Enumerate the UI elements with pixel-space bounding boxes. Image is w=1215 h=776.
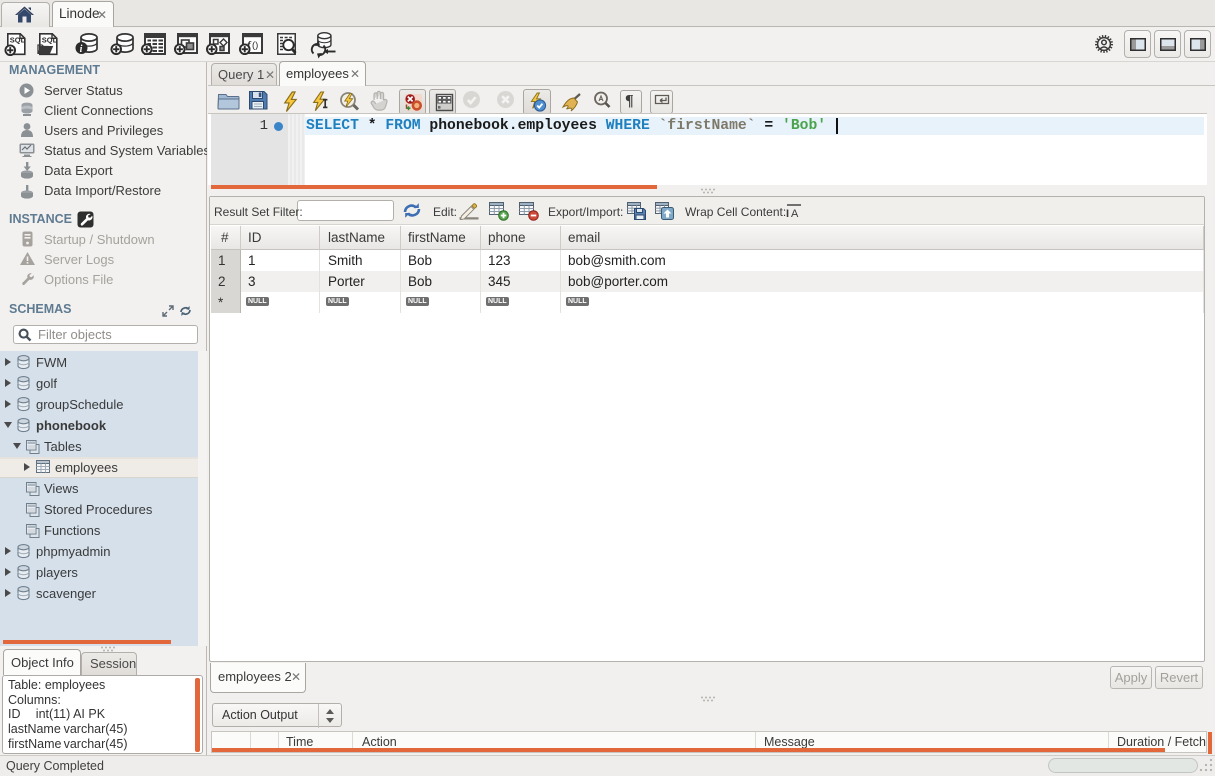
- svg-text:A: A: [791, 208, 799, 219]
- svg-text:I: I: [786, 208, 789, 219]
- svg-text:¶: ¶: [625, 93, 634, 110]
- svg-text:SQL: SQL: [10, 36, 26, 45]
- svg-text:(): (): [252, 40, 258, 51]
- svg-text:SQL: SQL: [42, 36, 58, 45]
- svg-text:i: i: [80, 44, 83, 55]
